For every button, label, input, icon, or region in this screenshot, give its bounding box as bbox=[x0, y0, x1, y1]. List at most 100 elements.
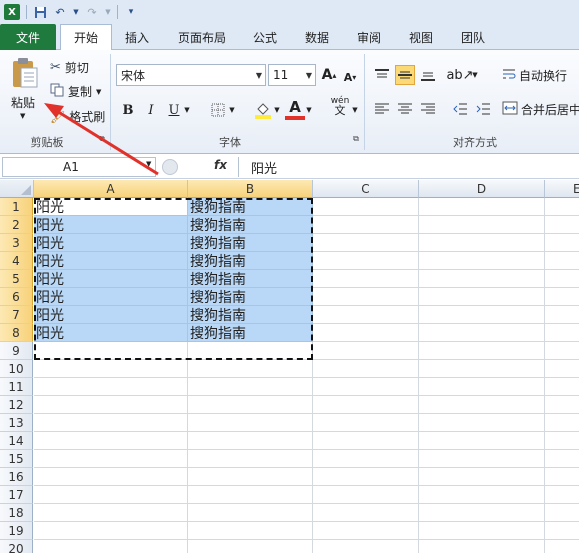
align-left-button[interactable] bbox=[372, 99, 392, 119]
row-header-17[interactable]: 17 bbox=[0, 486, 33, 504]
borders-button[interactable] bbox=[208, 100, 228, 120]
cell-a3[interactable]: 阳光 bbox=[34, 234, 188, 252]
cell-e8[interactable] bbox=[545, 324, 579, 342]
row-header-12[interactable]: 12 bbox=[0, 396, 33, 414]
name-box-dropdown-icon[interactable]: ▼ bbox=[146, 160, 151, 168]
cell-a6[interactable]: 阳光 bbox=[34, 288, 188, 306]
cell-d15[interactable] bbox=[419, 450, 545, 468]
cell-c19[interactable] bbox=[313, 522, 419, 540]
tab-team[interactable]: 团队 bbox=[452, 24, 494, 50]
cell-d16[interactable] bbox=[419, 468, 545, 486]
cell-c9[interactable] bbox=[313, 342, 419, 360]
cell-a19[interactable] bbox=[34, 522, 188, 540]
tab-page-layout[interactable]: 页面布局 bbox=[166, 24, 238, 50]
tab-data[interactable]: 数据 bbox=[296, 24, 338, 50]
cell-b15[interactable] bbox=[188, 450, 313, 468]
cell-a11[interactable] bbox=[34, 378, 188, 396]
cell-e14[interactable] bbox=[545, 432, 579, 450]
tab-file[interactable]: 文件 bbox=[0, 24, 56, 50]
underline-button[interactable]: U bbox=[164, 100, 184, 120]
paste-dropdown-icon[interactable]: ▼ bbox=[20, 112, 25, 120]
column-header-d[interactable]: D bbox=[419, 180, 545, 198]
excel-app-icon[interactable]: X bbox=[4, 4, 20, 20]
cell-e19[interactable] bbox=[545, 522, 579, 540]
column-header-a[interactable]: A bbox=[34, 180, 188, 198]
undo-icon[interactable]: ↶ bbox=[53, 5, 67, 19]
align-bottom-button[interactable] bbox=[418, 65, 438, 85]
cell-e12[interactable] bbox=[545, 396, 579, 414]
cell-b9[interactable] bbox=[188, 342, 313, 360]
row-header-1[interactable]: 1 bbox=[0, 198, 33, 216]
cell-d19[interactable] bbox=[419, 522, 545, 540]
cell-a8[interactable]: 阳光 bbox=[34, 324, 188, 342]
tab-home[interactable]: 开始 bbox=[60, 24, 112, 51]
cell-e1[interactable] bbox=[545, 198, 579, 216]
row-header-14[interactable]: 14 bbox=[0, 432, 33, 450]
underline-dropdown-icon[interactable]: ▼ bbox=[182, 100, 192, 120]
cell-b10[interactable] bbox=[188, 360, 313, 378]
cell-a14[interactable] bbox=[34, 432, 188, 450]
cell-a7[interactable]: 阳光 bbox=[34, 306, 188, 324]
wrap-text-button[interactable]: 自动换行 bbox=[502, 67, 567, 84]
decrease-indent-button[interactable] bbox=[450, 99, 470, 119]
redo-icon[interactable]: ↷ bbox=[85, 5, 99, 19]
cell-d8[interactable] bbox=[419, 324, 545, 342]
cell-e15[interactable] bbox=[545, 450, 579, 468]
cell-e10[interactable] bbox=[545, 360, 579, 378]
row-header-11[interactable]: 11 bbox=[0, 378, 33, 396]
cell-b20[interactable] bbox=[188, 540, 313, 553]
column-header-b[interactable]: B bbox=[188, 180, 313, 198]
cell-c8[interactable] bbox=[313, 324, 419, 342]
align-right-button[interactable] bbox=[418, 99, 438, 119]
cell-d20[interactable] bbox=[419, 540, 545, 553]
cell-b4[interactable]: 搜狗指南 bbox=[188, 252, 313, 270]
cell-e20[interactable] bbox=[545, 540, 579, 553]
formula-bar-handle-icon[interactable] bbox=[162, 159, 178, 175]
cell-a18[interactable] bbox=[34, 504, 188, 522]
cell-a10[interactable] bbox=[34, 360, 188, 378]
align-center-button[interactable] bbox=[395, 99, 415, 119]
tab-view[interactable]: 视图 bbox=[400, 24, 442, 50]
cell-e5[interactable] bbox=[545, 270, 579, 288]
cell-b8[interactable]: 搜狗指南 bbox=[188, 324, 313, 342]
cell-d1[interactable] bbox=[419, 198, 545, 216]
italic-button[interactable]: I bbox=[141, 100, 161, 120]
cell-c7[interactable] bbox=[313, 306, 419, 324]
cell-d5[interactable] bbox=[419, 270, 545, 288]
cell-e13[interactable] bbox=[545, 414, 579, 432]
cell-c12[interactable] bbox=[313, 396, 419, 414]
cell-e4[interactable] bbox=[545, 252, 579, 270]
fill-color-dropdown-icon[interactable]: ▼ bbox=[272, 100, 282, 120]
cell-e2[interactable] bbox=[545, 216, 579, 234]
name-box[interactable]: A1 bbox=[2, 157, 156, 177]
cell-b7[interactable]: 搜狗指南 bbox=[188, 306, 313, 324]
row-header-7[interactable]: 7 bbox=[0, 306, 33, 324]
font-color-dropdown-icon[interactable]: ▼ bbox=[304, 100, 314, 120]
cell-b1[interactable]: 搜狗指南 bbox=[188, 198, 313, 216]
tab-review[interactable]: 审阅 bbox=[348, 24, 390, 50]
row-header-6[interactable]: 6 bbox=[0, 288, 33, 306]
cell-b6[interactable]: 搜狗指南 bbox=[188, 288, 313, 306]
cell-a4[interactable]: 阳光 bbox=[34, 252, 188, 270]
cell-e16[interactable] bbox=[545, 468, 579, 486]
cell-e9[interactable] bbox=[545, 342, 579, 360]
cell-e3[interactable] bbox=[545, 234, 579, 252]
cell-b2[interactable]: 搜狗指南 bbox=[188, 216, 313, 234]
merge-center-button[interactable]: 合并后居中 bbox=[502, 101, 579, 118]
insert-function-button[interactable]: fx bbox=[214, 158, 227, 172]
row-header-3[interactable]: 3 bbox=[0, 234, 33, 252]
increase-indent-button[interactable] bbox=[473, 99, 493, 119]
cell-c11[interactable] bbox=[313, 378, 419, 396]
font-size-select[interactable]: 11 ▼ bbox=[268, 64, 316, 86]
cell-a12[interactable] bbox=[34, 396, 188, 414]
cell-b18[interactable] bbox=[188, 504, 313, 522]
cell-d9[interactable] bbox=[419, 342, 545, 360]
cut-button[interactable]: ✂ 剪切 bbox=[50, 59, 89, 76]
cell-d18[interactable] bbox=[419, 504, 545, 522]
cell-d6[interactable] bbox=[419, 288, 545, 306]
align-middle-button[interactable] bbox=[395, 65, 415, 85]
cell-e18[interactable] bbox=[545, 504, 579, 522]
cell-c13[interactable] bbox=[313, 414, 419, 432]
cell-b13[interactable] bbox=[188, 414, 313, 432]
row-header-16[interactable]: 16 bbox=[0, 468, 33, 486]
